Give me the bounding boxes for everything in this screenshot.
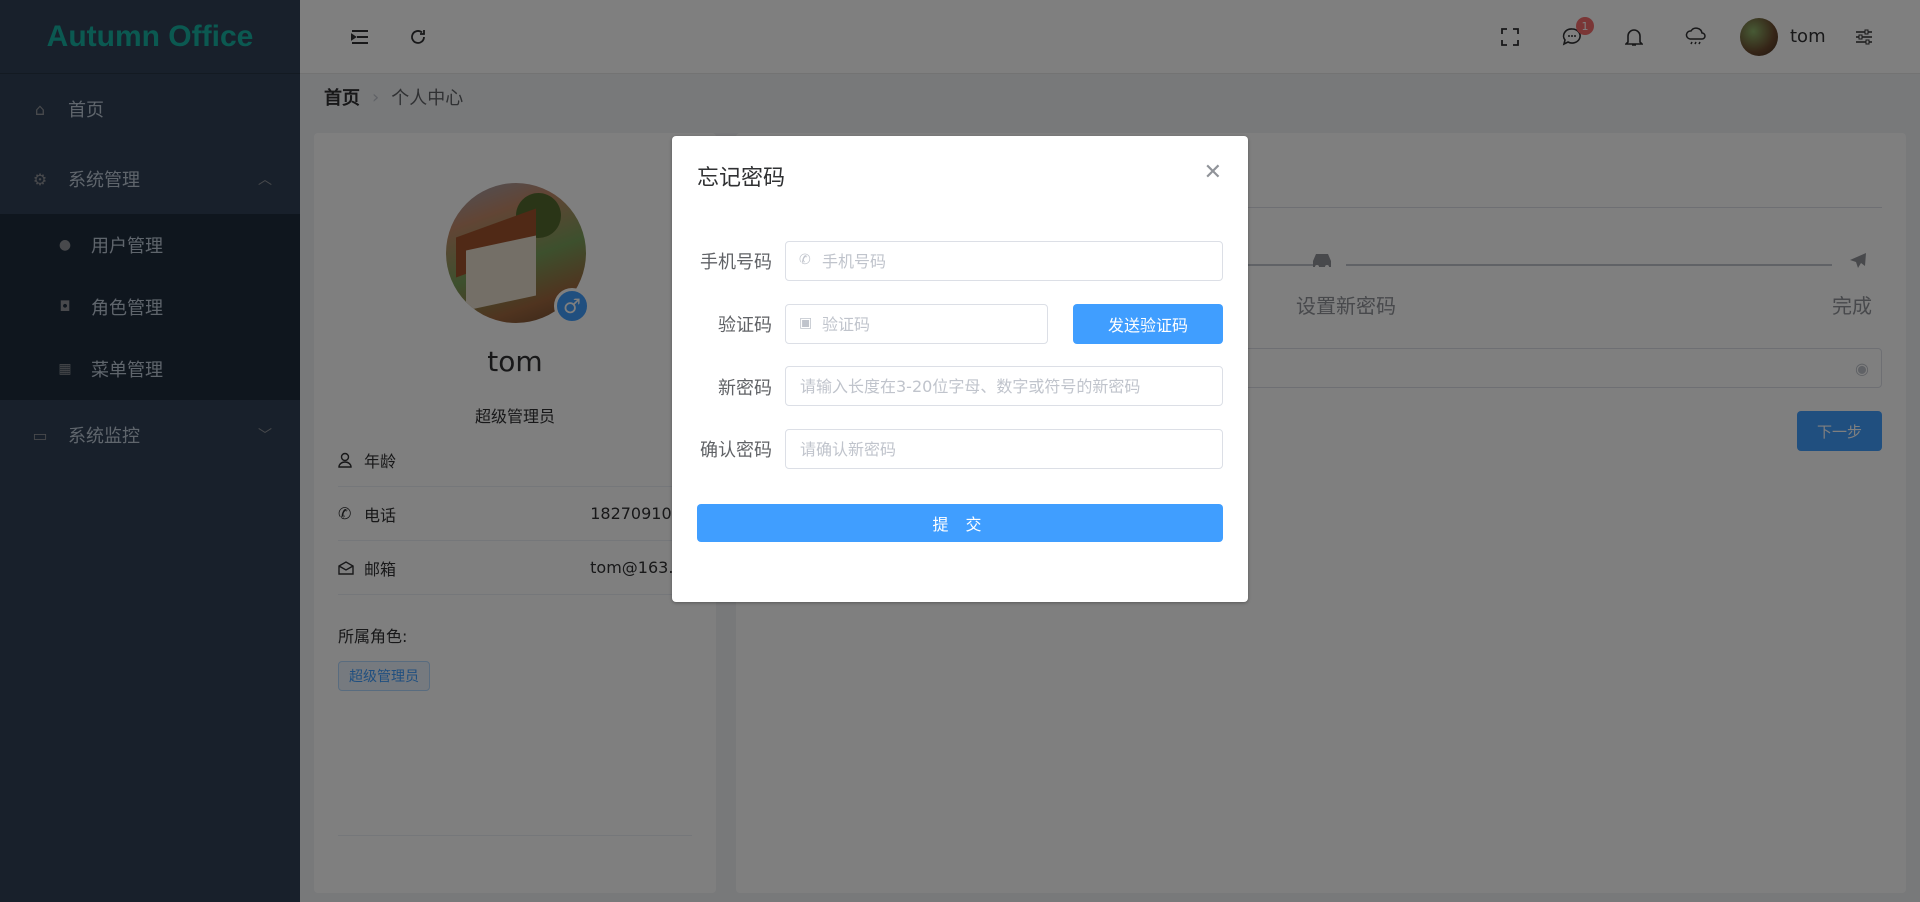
dialog-title: 忘记密码 — [697, 166, 786, 191]
submit-button[interactable]: 提 交 — [697, 504, 1223, 542]
phone-input[interactable] — [785, 241, 1223, 281]
new-password-label: 新密码 — [718, 378, 772, 399]
send-code-button[interactable]: 发送验证码 — [1073, 304, 1223, 344]
confirm-password-input[interactable] — [785, 429, 1223, 469]
close-icon[interactable]: ✕ — [1204, 160, 1222, 185]
forgot-password-dialog: 忘记密码 ✕ 手机号码 ✆ 验证码 ▣ 发送验证码 新密码 确认密码 提 交 — [672, 136, 1248, 602]
phone-icon: ✆ — [799, 252, 811, 268]
code-input[interactable] — [785, 304, 1048, 344]
phone-input-wrapper: ✆ — [785, 241, 1223, 281]
code-label: 验证码 — [718, 315, 772, 336]
code-input-wrapper: ▣ — [785, 304, 1048, 344]
phone-label: 手机号码 — [700, 252, 772, 273]
new-password-input[interactable] — [785, 366, 1223, 406]
image-icon: ▣ — [799, 315, 813, 331]
confirm-password-label: 确认密码 — [700, 440, 772, 461]
